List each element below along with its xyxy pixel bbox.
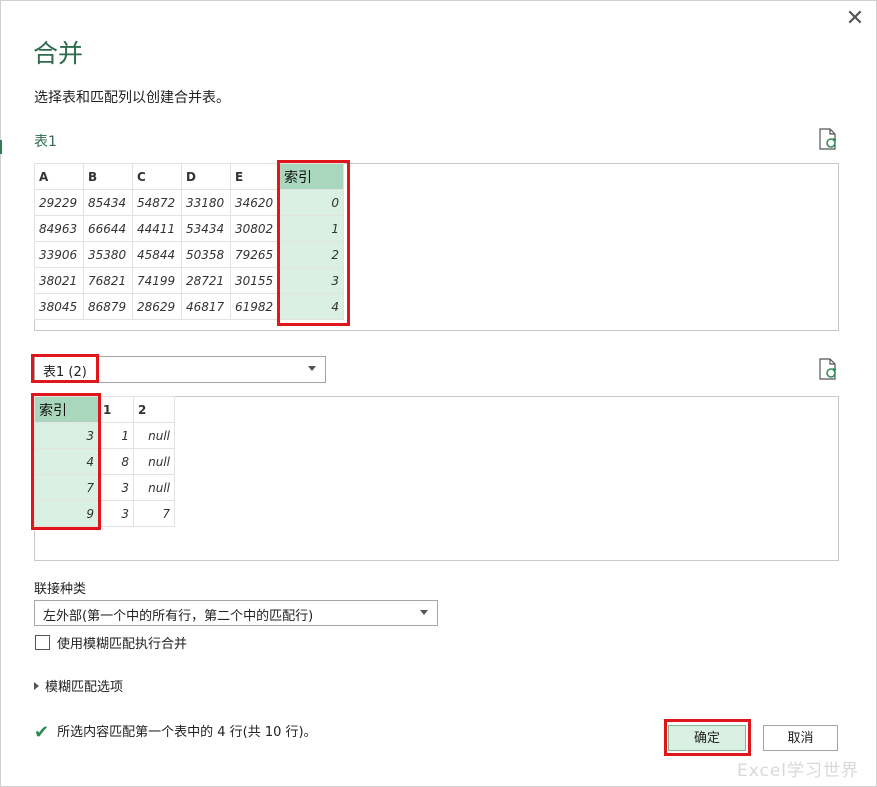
table1-col-header[interactable]: A	[34, 163, 84, 190]
table1-cell: 29229	[34, 189, 84, 216]
table2-col-header[interactable]: 1	[98, 396, 134, 423]
table2-cell: 8	[98, 448, 134, 475]
table1-cell: 35380	[83, 241, 133, 268]
watermark-text: Excel学习世界	[737, 761, 860, 781]
left-accent-bar	[0, 140, 2, 154]
table1-cell: 61982	[230, 293, 280, 320]
table2-col-header[interactable]: 2	[133, 396, 175, 423]
match-status-text: 所选内容匹配第一个表中的 4 行(共 10 行)。	[57, 725, 317, 740]
table1-cell: 45844	[132, 241, 182, 268]
table1-cell: 86879	[83, 293, 133, 320]
close-icon[interactable]: ✕	[842, 6, 868, 32]
table2-cell: null	[133, 422, 175, 449]
table1-cell: 76821	[83, 267, 133, 294]
join-kind-select[interactable]: 左外部(第一个中的所有行，第二个中的匹配行)	[34, 600, 438, 626]
refresh-preview-icon-2[interactable]	[818, 358, 838, 380]
ok-button-highlight-box	[664, 719, 751, 756]
table1-cell: 46817	[181, 293, 231, 320]
checkmark-icon: ✔	[34, 722, 50, 743]
table1-col-header[interactable]: B	[83, 163, 133, 190]
table1-cell: 28721	[181, 267, 231, 294]
table2-cell: 7	[133, 500, 175, 527]
cancel-button[interactable]: 取消	[763, 725, 838, 751]
table1-cell: 79265	[230, 241, 280, 268]
table1-cell: 38021	[34, 267, 84, 294]
table1-col-header[interactable]: D	[181, 163, 231, 190]
dialog-title: 合并	[33, 39, 84, 68]
index-column-highlight-box	[277, 160, 350, 326]
join-kind-value: 左外部(第一个中的所有行，第二个中的匹配行)	[43, 609, 314, 624]
fuzzy-options-expander[interactable]: 模糊匹配选项	[34, 676, 123, 695]
table1-cell: 74199	[132, 267, 182, 294]
table2-cell: null	[133, 474, 175, 501]
table1-cell: 54872	[132, 189, 182, 216]
table1-cell: 66644	[83, 215, 133, 242]
table1-cell: 33180	[181, 189, 231, 216]
table1-cell: 30155	[230, 267, 280, 294]
chevron-down-icon	[308, 366, 316, 371]
table1-cell: 28629	[132, 293, 182, 320]
refresh-preview-icon[interactable]	[818, 128, 838, 150]
table1-cell: 50358	[181, 241, 231, 268]
table2-cell: 1	[98, 422, 134, 449]
table1-label: 表1	[34, 134, 57, 150]
table2-cell: null	[133, 448, 175, 475]
fuzzy-options-label: 模糊匹配选项	[45, 680, 124, 695]
table1-cell: 44411	[132, 215, 182, 242]
table1-cell: 30802	[230, 215, 280, 242]
match-status: ✔ 所选内容匹配第一个表中的 4 行(共 10 行)。	[34, 721, 317, 743]
fuzzy-match-checkbox-label[interactable]: 使用模糊匹配执行合并	[57, 633, 187, 652]
table2-cell: 3	[98, 474, 134, 501]
expand-triangle-icon	[34, 682, 39, 690]
table1-cell: 34620	[230, 189, 280, 216]
table1-cell: 33906	[34, 241, 84, 268]
table1-cell: 84963	[34, 215, 84, 242]
table2-index-highlight-box	[31, 393, 101, 530]
fuzzy-match-checkbox[interactable]	[35, 635, 50, 650]
table1-cell: 85434	[83, 189, 133, 216]
table2-name-highlight-box	[31, 354, 99, 383]
table2-cell: 3	[98, 500, 134, 527]
chevron-down-icon	[420, 610, 428, 615]
table1-col-header[interactable]: C	[132, 163, 182, 190]
merge-dialog	[0, 0, 877, 787]
join-kind-label: 联接种类	[34, 582, 87, 597]
table1-cell: 38045	[34, 293, 84, 320]
table1-col-header[interactable]: E	[230, 163, 280, 190]
table1-cell: 53434	[181, 215, 231, 242]
dialog-subtitle: 选择表和匹配列以创建合并表。	[34, 90, 230, 106]
